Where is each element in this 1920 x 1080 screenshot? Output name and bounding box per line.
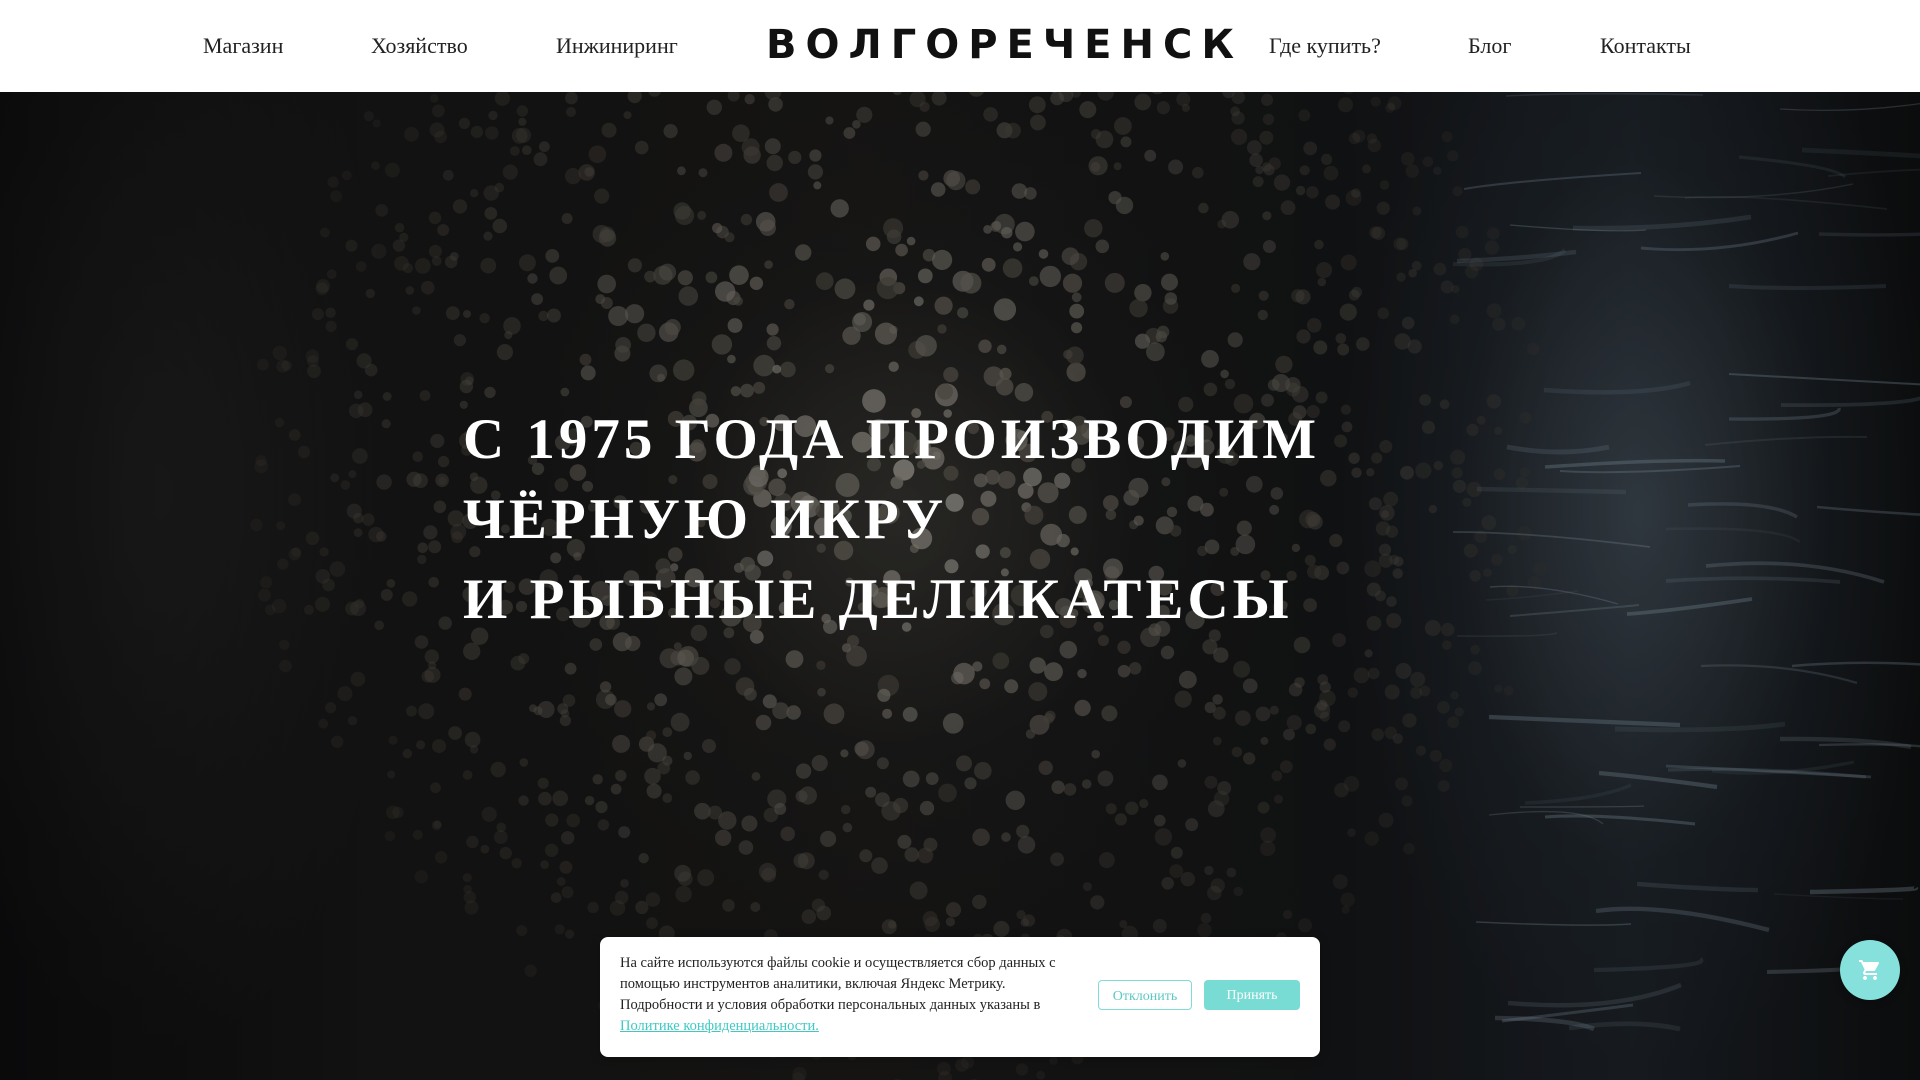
nav-item-shop[interactable]: Магазин xyxy=(203,30,283,62)
nav-item-where-to-buy[interactable]: Где купить? xyxy=(1269,30,1381,62)
nav-item-farm[interactable]: Хозяйство xyxy=(371,30,468,62)
nav-item-blog[interactable]: Блог xyxy=(1468,30,1511,62)
privacy-policy-link[interactable]: Политике конфиденциальности. xyxy=(620,1018,819,1034)
cart-icon xyxy=(1859,960,1880,980)
cookie-banner: На сайте используются файлы cookie и осу… xyxy=(600,937,1320,1057)
cart-button[interactable] xyxy=(1840,940,1900,1000)
site-header: Магазин Хозяйство Инжиниринг ВОЛГОРЕЧЕНС… xyxy=(0,0,1920,92)
hero-title-line: ЧЁРНУЮ ИКРУ xyxy=(463,488,948,551)
nav-item-contacts[interactable]: Контакты xyxy=(1600,30,1691,62)
cookie-text-block: На сайте используются файлы cookie и осу… xyxy=(620,953,1080,1037)
cookie-decline-button[interactable]: Отклонить xyxy=(1098,980,1192,1010)
nav-item-engineering[interactable]: Инжиниринг xyxy=(556,30,678,62)
cookie-message: На сайте используются файлы cookie и осу… xyxy=(620,955,1056,1013)
hero-title-line: И РЫБНЫЕ ДЕЛИКАТЕСЫ xyxy=(463,568,1293,631)
hero-title-line: С 1975 ГОДА ПРОИЗВОДИМ xyxy=(463,408,1321,471)
cookie-accept-button[interactable]: Принять xyxy=(1204,980,1300,1010)
brand-logo[interactable]: ВОЛГОРЕЧЕНСК xyxy=(766,20,1234,70)
hero-title: С 1975 ГОДА ПРОИЗВОДИМ ЧЁРНУЮ ИКРУ И РЫБ… xyxy=(463,400,1463,640)
